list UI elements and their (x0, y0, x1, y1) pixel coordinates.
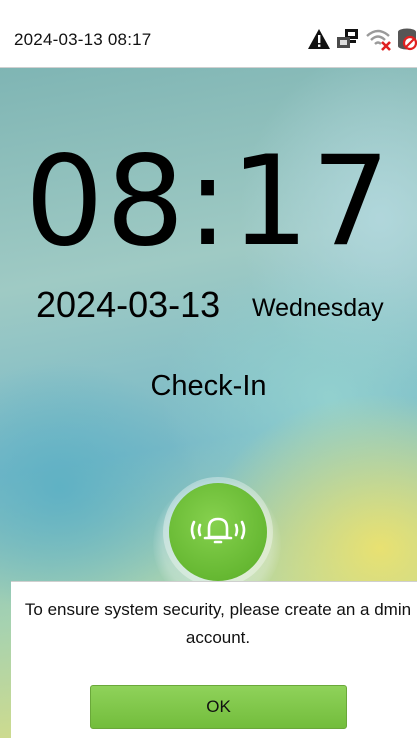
clock-date: 2024-03-13 (36, 284, 221, 325)
clock-time: 08:17 (24, 130, 393, 274)
dialog-message: To ensure system security, please create… (24, 600, 412, 647)
status-bar: 2024-03-13 08:17 (0, 0, 417, 68)
status-icons (307, 24, 417, 54)
wifi-disconnected-icon (365, 27, 393, 51)
doorbell-button[interactable] (169, 483, 267, 581)
attendance-status[interactable]: Check-In (0, 370, 417, 403)
warning-icon (307, 28, 331, 50)
device-screen: 2024-03-13 08:17 08:17 2024-03-13 Wednes… (0, 0, 417, 738)
doorbell-icon (188, 510, 248, 555)
clock-weekday: Wednesday (252, 294, 384, 322)
ethernet-icon (335, 27, 361, 51)
status-datetime: 2024-03-13 08:17 (14, 30, 152, 49)
cloud-disconnected-icon (397, 26, 417, 52)
ok-button[interactable]: OK (90, 685, 347, 729)
security-dialog: To ensure system security, please create… (11, 581, 417, 738)
